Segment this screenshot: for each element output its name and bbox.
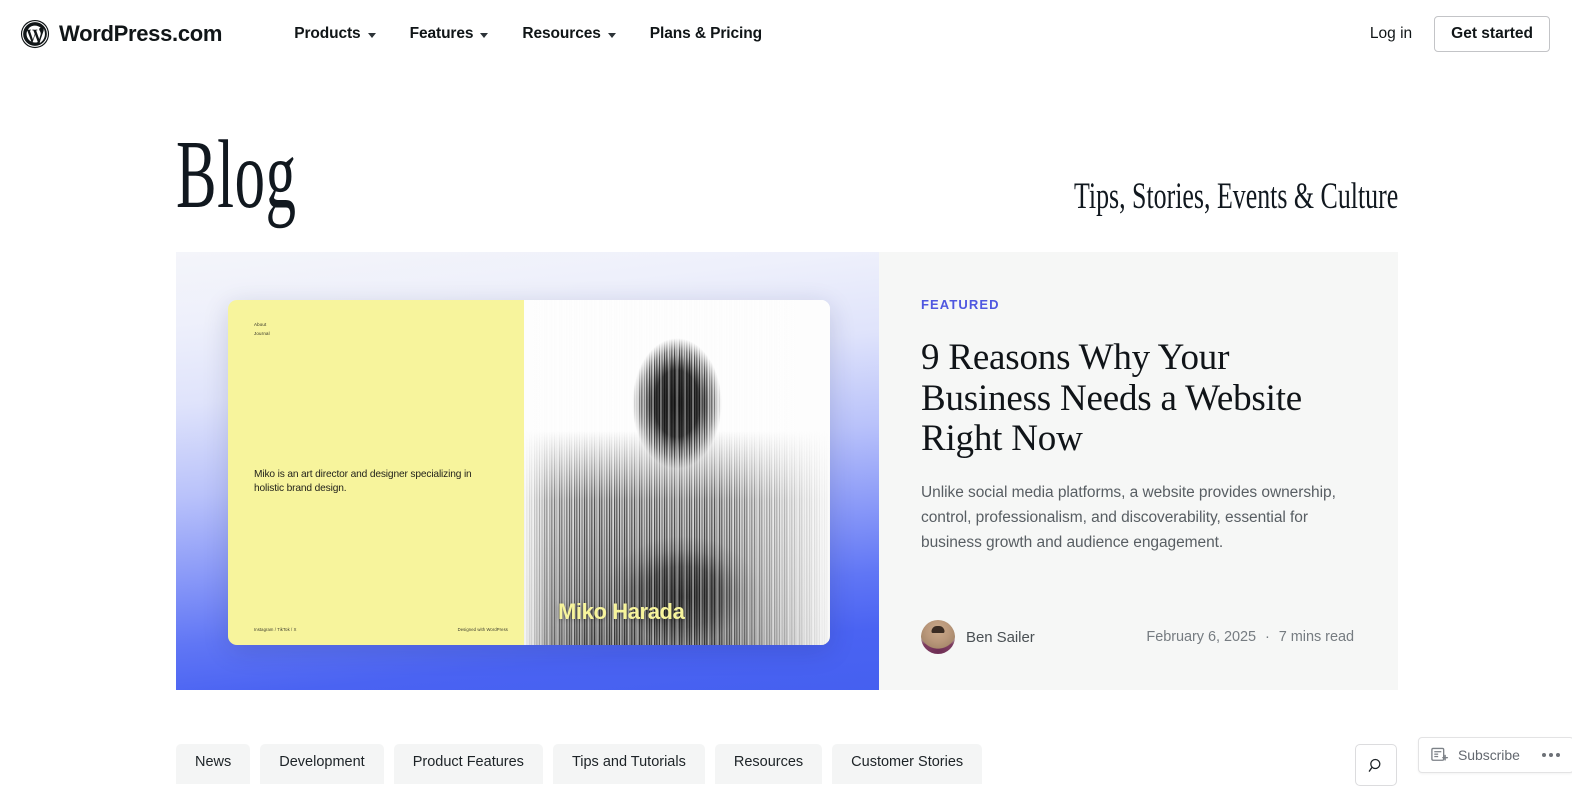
featured-badge: FEATURED [921, 297, 1000, 312]
wordpress-logo-icon [20, 19, 50, 49]
nav-label: Resources [522, 25, 601, 42]
page-title: Blog [176, 121, 297, 229]
mockup-nav-about: About [254, 322, 267, 327]
tab-development[interactable]: Development [260, 744, 384, 784]
top-navigation-bar: WordPress.com Products Features Resource… [0, 0, 1572, 68]
mockup-right-panel: Miko Harada [524, 300, 830, 645]
website-mockup: About Journal Miko is an art director an… [228, 300, 830, 645]
chevron-down-icon [607, 32, 616, 38]
featured-post-card: About Journal Miko is an art director an… [176, 252, 1398, 690]
mockup-footer: Instagram / TikTok / X Designed with Wor… [254, 627, 508, 632]
subscribe-post-icon [1431, 747, 1449, 761]
meta-separator: · [1265, 629, 1270, 645]
mockup-body-text: Miko is an art director and designer spe… [254, 469, 472, 494]
primary-nav: Products Features Resources Plans & Pric… [277, 25, 779, 43]
category-tabs: News Development Product Features Tips a… [176, 744, 983, 784]
mockup-left-panel: About Journal Miko is an art director an… [228, 300, 524, 645]
tab-news[interactable]: News [176, 744, 251, 784]
nav-item-products[interactable]: Products [277, 25, 392, 43]
blog-masthead: Blog Tips, Stories, Events & Culture [176, 126, 1398, 230]
mockup-footer-social: Instagram / TikTok / X [254, 627, 297, 632]
nav-label: Products [294, 25, 361, 42]
avatar [921, 620, 955, 654]
mockup-nav-journal: Journal [254, 331, 270, 336]
brand-title: WordPress.com [59, 21, 223, 46]
ellipsis-dot [1555, 753, 1560, 757]
get-started-button[interactable]: Get started [1434, 16, 1550, 52]
post-date: February 6, 2025 [1146, 629, 1257, 645]
subscribe-label: Subscribe [1458, 747, 1520, 763]
mockup-footer-credit: Designed with WordPress [457, 627, 508, 632]
log-in-link[interactable]: Log in [1348, 25, 1434, 43]
nav-label: Plans & Pricing [649, 25, 762, 42]
author-name: Ben Sailer [966, 628, 1035, 646]
featured-post-title[interactable]: 9 Reasons Why Your Business Needs a Webs… [921, 337, 1341, 460]
featured-post-excerpt: Unlike social media platforms, a website… [921, 484, 1336, 552]
subscribe-bar[interactable]: Subscribe [1418, 737, 1572, 773]
tab-customer-stories[interactable]: Customer Stories [832, 744, 983, 784]
mockup-nav: About Journal [254, 320, 270, 338]
tab-product-features[interactable]: Product Features [393, 744, 543, 784]
page-tagline: Tips, Stories, Events & Culture [1073, 176, 1398, 217]
portrait-fade-overlay [524, 300, 830, 645]
tab-tips-and-tutorials[interactable]: Tips and Tutorials [552, 744, 705, 784]
mockup-name-label: Miko Harada [558, 599, 685, 624]
nav-item-features[interactable]: Features [393, 25, 506, 43]
nav-label: Features [409, 25, 474, 42]
chevron-down-icon [480, 32, 489, 38]
chevron-down-icon [367, 32, 376, 38]
wordpress-brand-link[interactable]: WordPress.com [20, 19, 223, 49]
ellipsis-icon[interactable] [1541, 753, 1560, 757]
nav-actions: Log in Get started [1348, 16, 1550, 52]
post-read-time: 7 mins read [1278, 629, 1354, 645]
ellipsis-dot [1541, 753, 1546, 757]
nav-item-plans-and-pricing[interactable]: Plans & Pricing [633, 25, 779, 43]
featured-post-meta: Ben Sailer February 6, 2025 · 7 mins rea… [921, 620, 1354, 654]
featured-post-image[interactable]: About Journal Miko is an art director an… [176, 252, 879, 690]
featured-post-content: FEATURED 9 Reasons Why Your Business Nee… [879, 252, 1398, 690]
author-link[interactable]: Ben Sailer [921, 620, 1035, 654]
tab-resources[interactable]: Resources [714, 744, 823, 784]
ellipsis-dot [1548, 753, 1553, 757]
post-date-and-readtime: February 6, 2025 · 7 mins read [1146, 629, 1354, 645]
search-icon [1368, 758, 1380, 772]
nav-item-resources[interactable]: Resources [505, 25, 632, 43]
